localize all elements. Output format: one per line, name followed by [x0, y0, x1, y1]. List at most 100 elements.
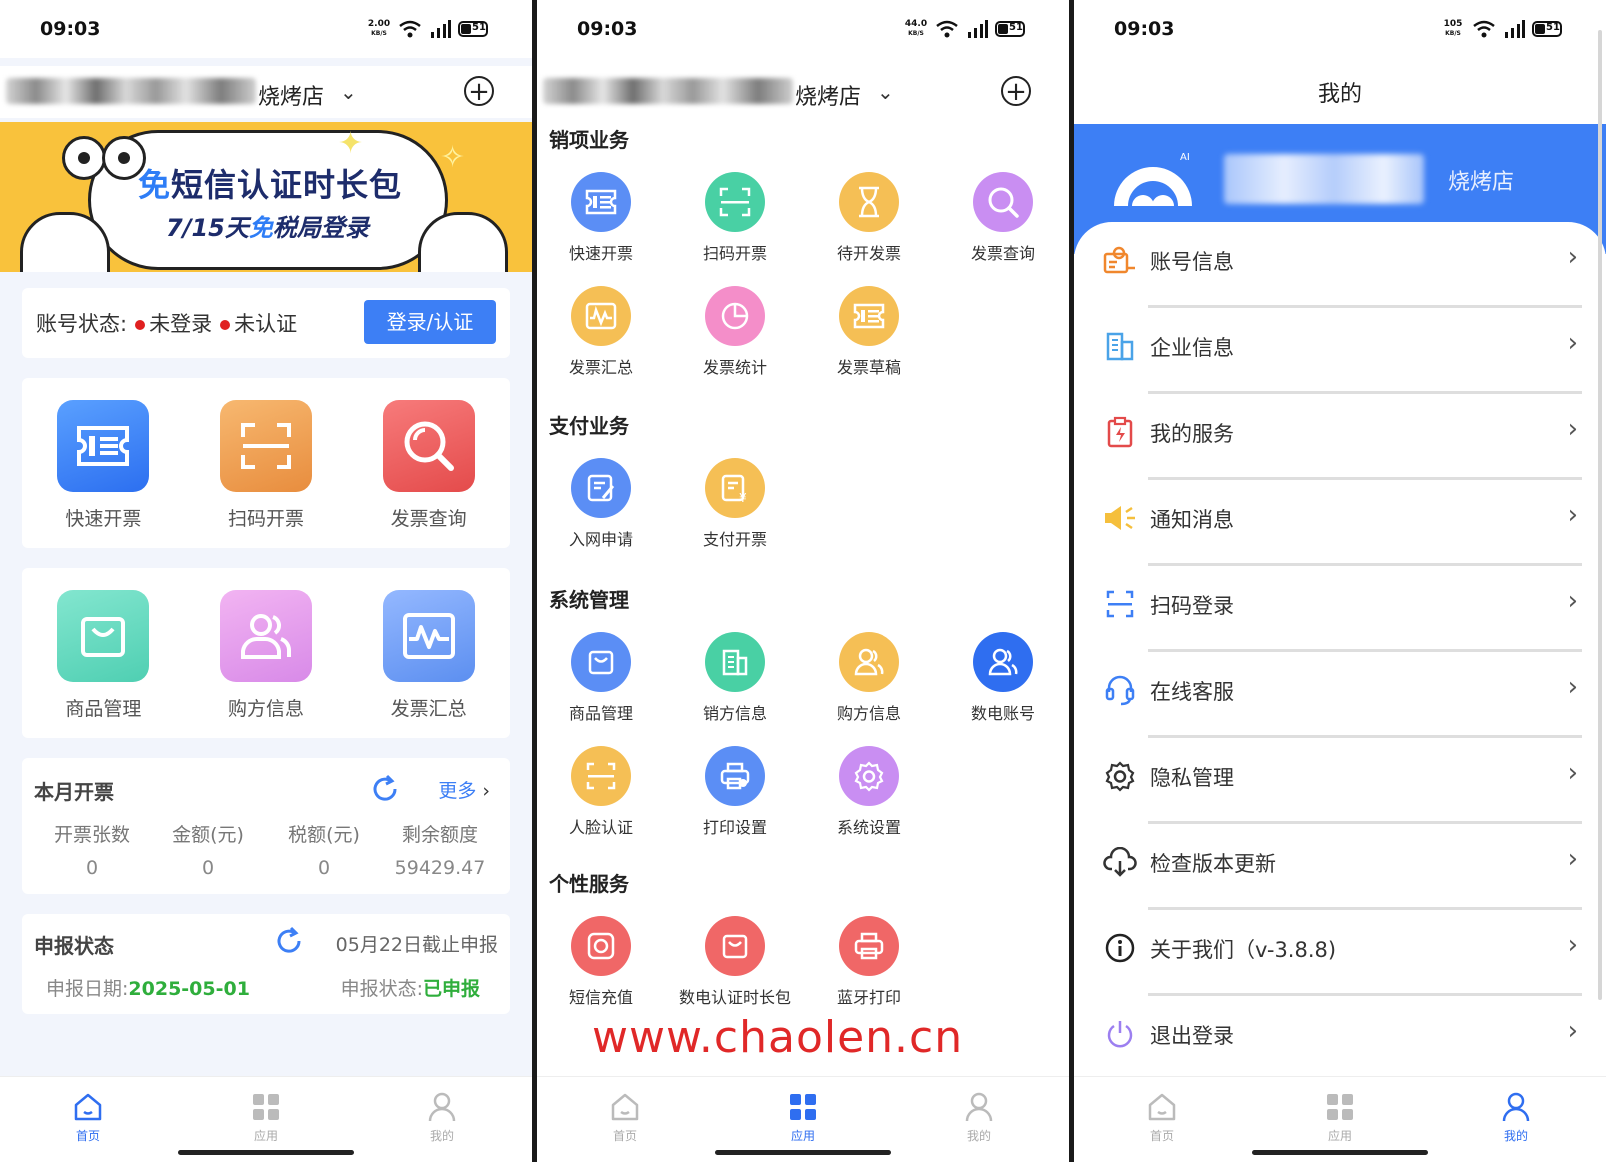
invoice-search-tile[interactable]: 发票查询 [369, 400, 489, 531]
app-scan-invoice[interactable]: 扫码开票 [675, 172, 795, 264]
invoice-summary-tile[interactable]: 发票汇总 [369, 590, 489, 721]
app-sms-recharge[interactable]: 短信充值 [541, 916, 661, 1008]
app-seller-info[interactable]: 销方信息 [675, 632, 795, 724]
invoice-icon [57, 400, 150, 492]
tab-apps[interactable]: 应用 [1300, 1091, 1380, 1144]
home-icon [1148, 1093, 1176, 1121]
menu-online-support[interactable]: 在线客服 › [1074, 652, 1606, 738]
scan-icon [1102, 586, 1138, 622]
app-network-apply[interactable]: 入网申请 [541, 458, 661, 550]
tab-home[interactable]: 首页 [48, 1091, 128, 1144]
battery-icon: 51 [458, 21, 488, 37]
menu-check-update[interactable]: 检查版本更新 › [1074, 824, 1606, 910]
signal-icon [431, 20, 451, 38]
app-product-management[interactable]: 商品管理 [541, 632, 661, 724]
scan-invoice-tile[interactable]: 扫码开票 [206, 400, 326, 531]
more-link[interactable]: 更多 › [438, 776, 490, 803]
quick-actions-card-2: 商品管理 购方信息 发票汇总 [22, 568, 510, 738]
sms-icon [571, 916, 631, 976]
app-buyer-info[interactable]: 购方信息 [809, 632, 929, 724]
promo-banner[interactable]: ✦ ✧ 免短信认证时长包 7/15天免税局登录 [0, 122, 532, 272]
home-icon [74, 1093, 102, 1121]
app-quick-invoice[interactable]: 快速开票 [541, 172, 661, 264]
menu-logout[interactable]: 退出登录 › [1074, 996, 1606, 1082]
form-edit-icon [571, 458, 631, 518]
bag-icon [57, 590, 150, 682]
tab-apps[interactable]: 应用 [226, 1091, 306, 1144]
app-invoice-stats[interactable]: 发票统计 [675, 286, 795, 378]
home-indicator [178, 1150, 354, 1155]
stat-remaining: 剩余额度 59429.47 [394, 824, 486, 879]
users-icon [839, 632, 899, 692]
chevron-right-icon: › [1567, 328, 1578, 358]
scrollbar[interactable] [1598, 30, 1602, 1000]
login-auth-button[interactable]: 登录/认证 [364, 300, 496, 344]
add-button[interactable]: + [464, 76, 494, 106]
menu-notifications[interactable]: 通知消息 › [1074, 480, 1606, 566]
menu-company-info[interactable]: 企业信息 › [1074, 308, 1606, 394]
app-system-settings[interactable]: 系统设置 [809, 746, 929, 838]
app-pending-invoice[interactable]: 待开发票 [809, 172, 929, 264]
tab-apps[interactable]: 应用 [763, 1091, 843, 1144]
add-button[interactable]: + [1001, 76, 1031, 106]
account-status-card: 账号状态: 未登录 未认证 登录/认证 [22, 288, 510, 358]
menu-about-us[interactable]: 关于我们（v-3.8.8) › [1074, 910, 1606, 996]
app-face-auth[interactable]: 人脸认证 [541, 746, 661, 838]
status-bar: 09:03 2.00 KB/S 51 [0, 0, 532, 58]
shop-selector[interactable]: 烧烤店 ⌄ + [0, 66, 532, 118]
menu-my-service[interactable]: 我的服务 › [1074, 394, 1606, 480]
status-bar: 09:03 105 KB/S 51 [1074, 0, 1606, 58]
network-speed: 2.00 KB/S [367, 19, 391, 38]
tab-mine[interactable]: 我的 [939, 1091, 1019, 1144]
printer-icon [839, 916, 899, 976]
app-invoice-summary[interactable]: 发票汇总 [541, 286, 661, 378]
declaration-details: 申报日期:2025-05-01 申报状态:已申报 [46, 978, 480, 1000]
buyer-info-tile[interactable]: 购方信息 [206, 590, 326, 721]
app-digital-account[interactable]: 数电账号 [943, 632, 1063, 724]
signal-icon [1505, 20, 1525, 38]
wifi-icon [936, 20, 958, 38]
scan-icon [219, 400, 312, 492]
chevron-right-icon: › [1567, 414, 1578, 444]
quick-invoice-tile[interactable]: 快速开票 [43, 400, 163, 531]
menu-account-info[interactable]: 账号信息 › [1074, 222, 1606, 308]
pulse-icon [382, 590, 475, 682]
monthly-invoice-card: 本月开票 更多 › 开票张数 0 金额(元) 0 税额(元) 0 剩余额度 59429.… [22, 758, 510, 894]
user-icon [965, 1092, 993, 1122]
app-print-settings[interactable]: 打印设置 [675, 746, 795, 838]
shop-selector[interactable]: 烧烤店 ⌄ + [537, 66, 1069, 118]
product-management-tile[interactable]: 商品管理 [43, 590, 163, 721]
tab-home[interactable]: 首页 [585, 1091, 665, 1144]
refresh-icon[interactable] [274, 926, 304, 956]
user-icon [428, 1092, 456, 1122]
chevron-right-icon: › [1567, 930, 1578, 960]
refresh-icon[interactable] [370, 774, 400, 804]
svg-text:¥: ¥ [739, 491, 747, 504]
app-auth-duration-pack[interactable]: 数电认证时长包 [675, 916, 795, 1008]
menu-scan-login[interactable]: 扫码登录 › [1074, 566, 1606, 652]
tab-bar: 首页 应用 我的 [1074, 1076, 1606, 1162]
declaration-title: 申报状态 [34, 934, 114, 958]
app-invoice-search[interactable]: 发票查询 [943, 172, 1063, 264]
battery-icon: 51 [1532, 21, 1562, 37]
tab-mine[interactable]: 我的 [1476, 1091, 1556, 1144]
gear-icon [839, 746, 899, 806]
app-bluetooth-print[interactable]: 蓝牙打印 [809, 916, 929, 1008]
shop-name: 烧烤店 [258, 85, 325, 110]
status-time: 09:03 [40, 18, 101, 40]
tab-mine[interactable]: 我的 [402, 1091, 482, 1144]
chevron-right-icon: › [1567, 242, 1578, 272]
app-payment-invoice[interactable]: ¥ 支付开票 [675, 458, 795, 550]
menu-privacy[interactable]: 隐私管理 › [1074, 738, 1606, 824]
section-system: 系统管理 [549, 588, 629, 612]
tab-home[interactable]: 首页 [1122, 1091, 1202, 1144]
yuan-receipt-icon: ¥ [705, 458, 765, 518]
app-invoice-draft[interactable]: 发票草稿 [809, 286, 929, 378]
headset-icon [1102, 672, 1138, 708]
hourglass-icon [839, 172, 899, 232]
id-card-icon [1102, 242, 1138, 278]
shop-name: 烧烤店 [795, 85, 862, 110]
status-dot [135, 320, 146, 330]
account-status: 账号状态: 未登录 未认证 [36, 312, 298, 336]
declaration-card: 申报状态 05月22日截止申报 申报日期:2025-05-01 申报状态:已申报 [22, 914, 510, 1014]
